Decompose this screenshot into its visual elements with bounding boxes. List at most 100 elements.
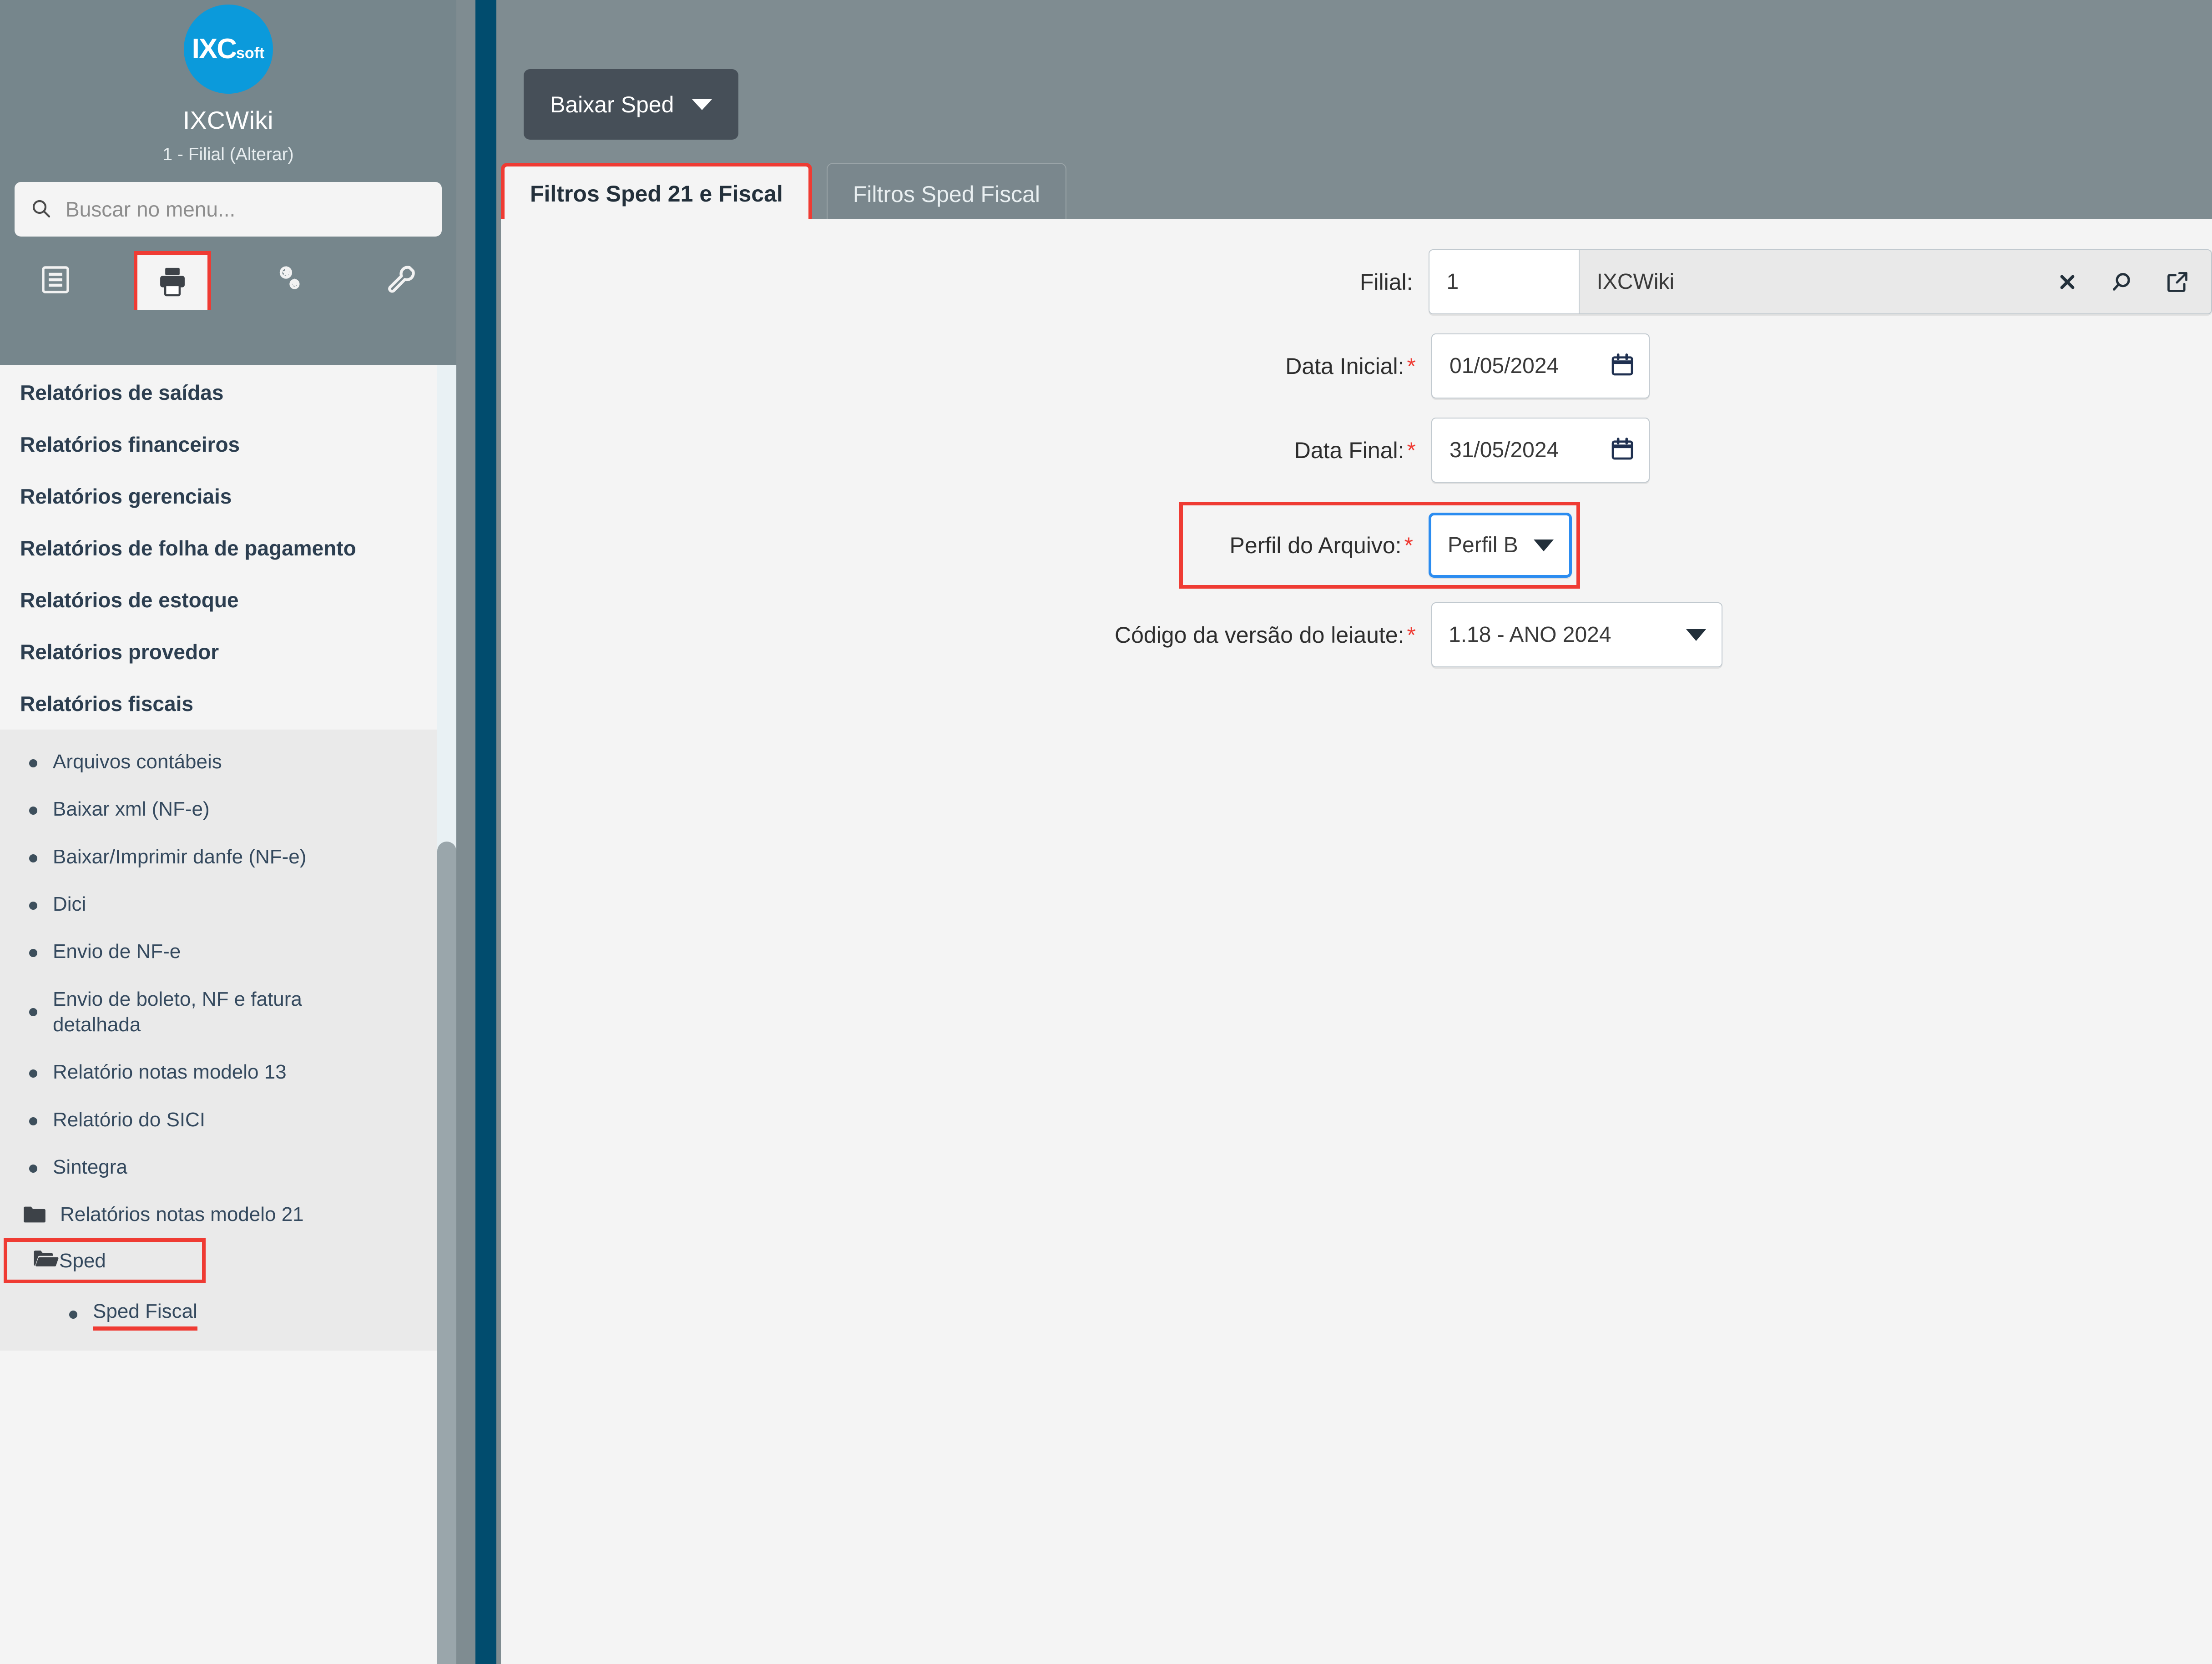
data-final-label: Data Final: * [501, 437, 1431, 464]
filter-tabs: Filtros Sped 21 e Fiscal Filtros Sped Fi… [501, 163, 1066, 224]
tab-filtros-sped-fiscal[interactable]: Filtros Sped Fiscal [826, 163, 1066, 224]
menu-item-label: Relatório notas modelo 13 [53, 1061, 287, 1084]
gears-icon [272, 262, 307, 299]
calendar-icon[interactable] [1610, 436, 1635, 464]
menu-group-relatorios-gerenciais[interactable]: Relatórios gerenciais [0, 470, 456, 522]
bullet-icon [29, 1164, 37, 1173]
bullet-icon [29, 1069, 37, 1078]
field-row-perfil-arquivo: Perfil do Arquivo: * Perfil B [501, 502, 2212, 589]
perfil-arquivo-select[interactable]: Perfil B [1429, 513, 1572, 578]
bullet-icon [29, 1008, 37, 1016]
menu-item-label: Baixar xml (NF-e) [53, 798, 210, 821]
printer-icon [155, 264, 190, 301]
menu-item-sped-fiscal[interactable]: Sped Fiscal [0, 1283, 456, 1341]
menu-item-label: Arquivos contábeis [53, 751, 222, 773]
filial-field[interactable]: 1 IXCWiki [1428, 249, 2212, 314]
menu-search[interactable] [15, 182, 442, 237]
sidebar-tab-list[interactable] [0, 251, 111, 310]
list-icon [39, 263, 72, 298]
codigo-versao-label: Código da versão do leiaute: * [501, 622, 1431, 648]
sidebar-brand: IXCsoft IXCWiki 1 - Filial (Alterar) [0, 0, 456, 165]
sidebar-tab-settings[interactable] [234, 251, 345, 310]
calendar-icon[interactable] [1610, 352, 1635, 380]
tab-filtros-sped-21-e-fiscal[interactable]: Filtros Sped 21 e Fiscal [501, 163, 812, 224]
logo-main-text: IXC [192, 33, 237, 65]
folder-open-icon [33, 1248, 59, 1273]
menu-group-relatorios-de-estoque[interactable]: Relatórios de estoque [0, 574, 456, 626]
filters-panel: Filial: 1 IXCWiki Data Inicial: * 01/05/… [501, 219, 2212, 1664]
tab-label: Filtros Sped 21 e Fiscal [530, 181, 783, 207]
main-content: Baixar Sped Filtros Sped 21 e Fiscal Fil… [496, 0, 2212, 1664]
perfil-arquivo-label: Perfil do Arquivo: * [1183, 532, 1429, 559]
ixcsoft-logo-icon: IXCsoft [183, 5, 273, 94]
menu-item-envio-de-nfe[interactable]: Envio de NF-e [0, 928, 456, 975]
bullet-icon [29, 807, 37, 815]
search-input[interactable] [65, 197, 426, 222]
search-icon[interactable] [2110, 270, 2134, 294]
menu-group-relatorios-provedor[interactable]: Relatórios provedor [0, 626, 456, 678]
menu-item-label: Relatórios notas modelo 21 [60, 1203, 304, 1226]
data-inicial-field[interactable]: 01/05/2024 [1431, 333, 1650, 398]
field-row-codigo-versao: Código da versão do leiaute: * 1.18 - ANO… [501, 602, 2212, 667]
field-row-data-inicial: Data Inicial: * 01/05/2024 [501, 333, 2212, 398]
menu-item-label: Sintegra [53, 1155, 127, 1178]
menu-item-label: Dici [53, 893, 86, 915]
sidebar-tab-reports[interactable] [134, 251, 212, 310]
codigo-versao-select[interactable]: 1.18 - ANO 2024 [1431, 602, 1722, 667]
chevron-down-icon [1686, 629, 1706, 641]
menu-item-relatorio-do-sici[interactable]: Relatório do SICI [0, 1096, 456, 1144]
data-final-value[interactable]: 31/05/2024 [1449, 438, 1559, 463]
menu-group-relatorios-de-saidas[interactable]: Relatórios de saídas [0, 367, 456, 419]
menu-subitems: Arquivos contábeis Baixar xml (NF-e) Bai… [0, 730, 456, 1351]
menu-item-label: Sped [59, 1249, 106, 1272]
menu-groups: Relatórios de saídas Relatórios financei… [0, 365, 456, 730]
menu-group-relatorios-financeiros[interactable]: Relatórios financeiros [0, 419, 456, 470]
app-screen: IXCsoft IXCWiki 1 - Filial (Alterar) Bus… [0, 0, 2212, 1664]
wrench-icon [384, 262, 418, 299]
bullet-icon [29, 854, 37, 862]
chevron-down-icon [692, 99, 712, 110]
sidebar-tab-tools[interactable] [345, 251, 456, 310]
bullet-icon [29, 949, 37, 958]
download-sped-button[interactable]: Baixar Sped [524, 69, 739, 140]
menu-item-label: Envio de NF-e [53, 940, 181, 963]
clear-icon[interactable] [2056, 271, 2078, 293]
brand-name: IXCWiki [182, 106, 274, 134]
perfil-arquivo-label-text: Perfil do Arquivo: [1229, 532, 1402, 558]
menu-item-envio-boleto-nf-fatura[interactable]: Envio de boleto, NF e fatura detalhada [0, 976, 456, 1049]
data-final-field[interactable]: 31/05/2024 [1431, 418, 1650, 483]
filial-name-display: IXCWiki [1579, 250, 2056, 313]
menu-group-relatorios-folha-pagamento[interactable]: Relatórios de folha de pagamento [0, 522, 456, 574]
menu-item-arquivos-contabeis[interactable]: Arquivos contábeis [0, 738, 456, 786]
accent-rail [475, 0, 496, 1664]
open-external-icon[interactable] [2166, 270, 2189, 294]
sidebar-scrollbar-track[interactable] [437, 365, 456, 1664]
codigo-versao-value: 1.18 - ANO 2024 [1449, 623, 1611, 647]
perfil-arquivo-highlight: Perfil do Arquivo: * Perfil B [1179, 502, 1580, 589]
menu-item-baixar-imprimir-danfe-nfe[interactable]: Baixar/Imprimir danfe (NF-e) [0, 833, 456, 881]
menu-item-sintegra[interactable]: Sintegra [0, 1144, 456, 1191]
search-icon [30, 197, 52, 222]
menu-item-label: Sped Fiscal [93, 1299, 197, 1331]
codigo-versao-label-text: Código da versão do leiaute: [1114, 622, 1404, 648]
required-marker: * [1404, 532, 1413, 558]
menu-item-baixar-xml-nfe[interactable]: Baixar xml (NF-e) [0, 786, 456, 833]
data-inicial-value[interactable]: 01/05/2024 [1449, 353, 1559, 378]
folder-closed-icon [23, 1205, 46, 1225]
sped-filters-form: Filial: 1 IXCWiki Data Inicial: * 01/05/… [501, 219, 2212, 686]
field-row-data-final: Data Final: * 31/05/2024 [501, 418, 2212, 483]
sidebar-scrollbar-thumb[interactable] [437, 842, 456, 1664]
logo-suffix-text: soft [236, 45, 265, 62]
branch-selector[interactable]: 1 - Filial (Alterar) [0, 145, 456, 165]
bullet-icon [29, 1117, 37, 1125]
data-final-label-text: Data Final: [1294, 437, 1404, 463]
menu-group-relatorios-fiscais[interactable]: Relatórios fiscais [0, 678, 456, 730]
menu-item-relatorio-notas-modelo-13[interactable]: Relatório notas modelo 13 [0, 1049, 456, 1096]
required-marker: * [1407, 622, 1416, 648]
menu-item-dici[interactable]: Dici [0, 881, 456, 928]
menu-item-label: Envio de boleto, NF e fatura detalhada [53, 988, 302, 1036]
data-inicial-label: Data Inicial: * [501, 353, 1431, 379]
menu-folder-sped[interactable]: Sped [4, 1238, 206, 1284]
menu-folder-relatorios-notas-modelo-21[interactable]: Relatórios notas modelo 21 [0, 1191, 456, 1238]
filial-code-input[interactable]: 1 [1429, 250, 1580, 313]
